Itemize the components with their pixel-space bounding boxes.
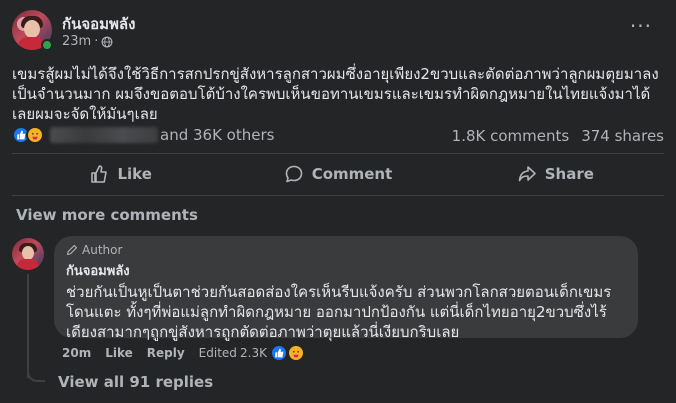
author-badge: Author [66,242,626,258]
comment-like-button[interactable]: Like [105,346,133,360]
care-emoji-icon [286,344,305,362]
blurred-names [50,127,158,143]
comment-author-name[interactable]: กันจอมพลัง [66,260,626,281]
thread-line [27,274,29,378]
comment-button-label: Comment [311,165,393,183]
divider [12,153,664,154]
post-meta: 23m · [62,34,113,49]
like-button[interactable]: Like [12,156,229,192]
shares-count[interactable]: 374 shares [581,127,664,145]
like-button-label: Like [117,165,152,183]
post-card: กันจอมพลัง 23m · ··· เขมรสู้ผมไม่ได้จึงใ… [0,0,676,403]
post-header: กันจอมพลัง 23m · ··· [12,10,652,54]
comment-reactions-count: 2.3K [240,346,267,360]
share-button-label: Share [544,165,594,183]
comment-timestamp[interactable]: 20m [62,346,91,360]
pencil-icon [66,244,78,256]
thread-curve [27,364,45,382]
post-author-name[interactable]: กันจอมพลัง [62,12,135,36]
post-text: เขมรสู้ผมไม่ได้จึงใช้วิธีการสกปรกขู่สังห… [12,65,659,123]
commenter-avatar[interactable] [12,238,44,270]
post-timestamp[interactable]: 23m [62,34,91,49]
engagement-counts: 1.8K comments 374 shares [452,127,664,145]
comment-button[interactable]: Comment [229,156,446,192]
reaction-summary[interactable]: and 36K others [12,126,274,144]
comments-count[interactable]: 1.8K comments [452,127,570,145]
view-all-replies[interactable]: View all 91 replies [58,373,213,391]
comment-text: ช่วยกันเป็นหูเป็นตาช่วยกันสอดส่องใครเห็น… [66,283,612,341]
divider [12,195,664,196]
post-actions: Like Comment Share [12,156,664,192]
globe-icon [101,36,113,47]
comment-actions: 20m Like Reply Edited [62,346,237,360]
comment-reply-button[interactable]: Reply [147,346,185,360]
comment-icon [285,165,302,183]
comment-reactions[interactable]: 2.3K [240,344,305,362]
more-dots-icon[interactable]: ··· [630,14,652,38]
view-more-comments[interactable]: View more comments [16,206,198,224]
reactions-others: and 36K others [160,126,275,144]
comment-edited-label: Edited [198,346,237,360]
online-status-dot [41,39,53,51]
care-emoji-icon [26,126,44,144]
thumbs-up-icon [91,165,108,183]
comment-bubble: Author กันจอมพลัง ช่วยกันเป็นหูเป็นตาช่ว… [54,236,638,341]
post-stats: and 36K others 1.8K comments 374 shares [12,126,664,148]
share-icon [518,166,536,182]
author-badge-label: Author [82,243,123,257]
thumbs-up-icon [269,344,288,362]
share-button[interactable]: Share [447,156,664,192]
